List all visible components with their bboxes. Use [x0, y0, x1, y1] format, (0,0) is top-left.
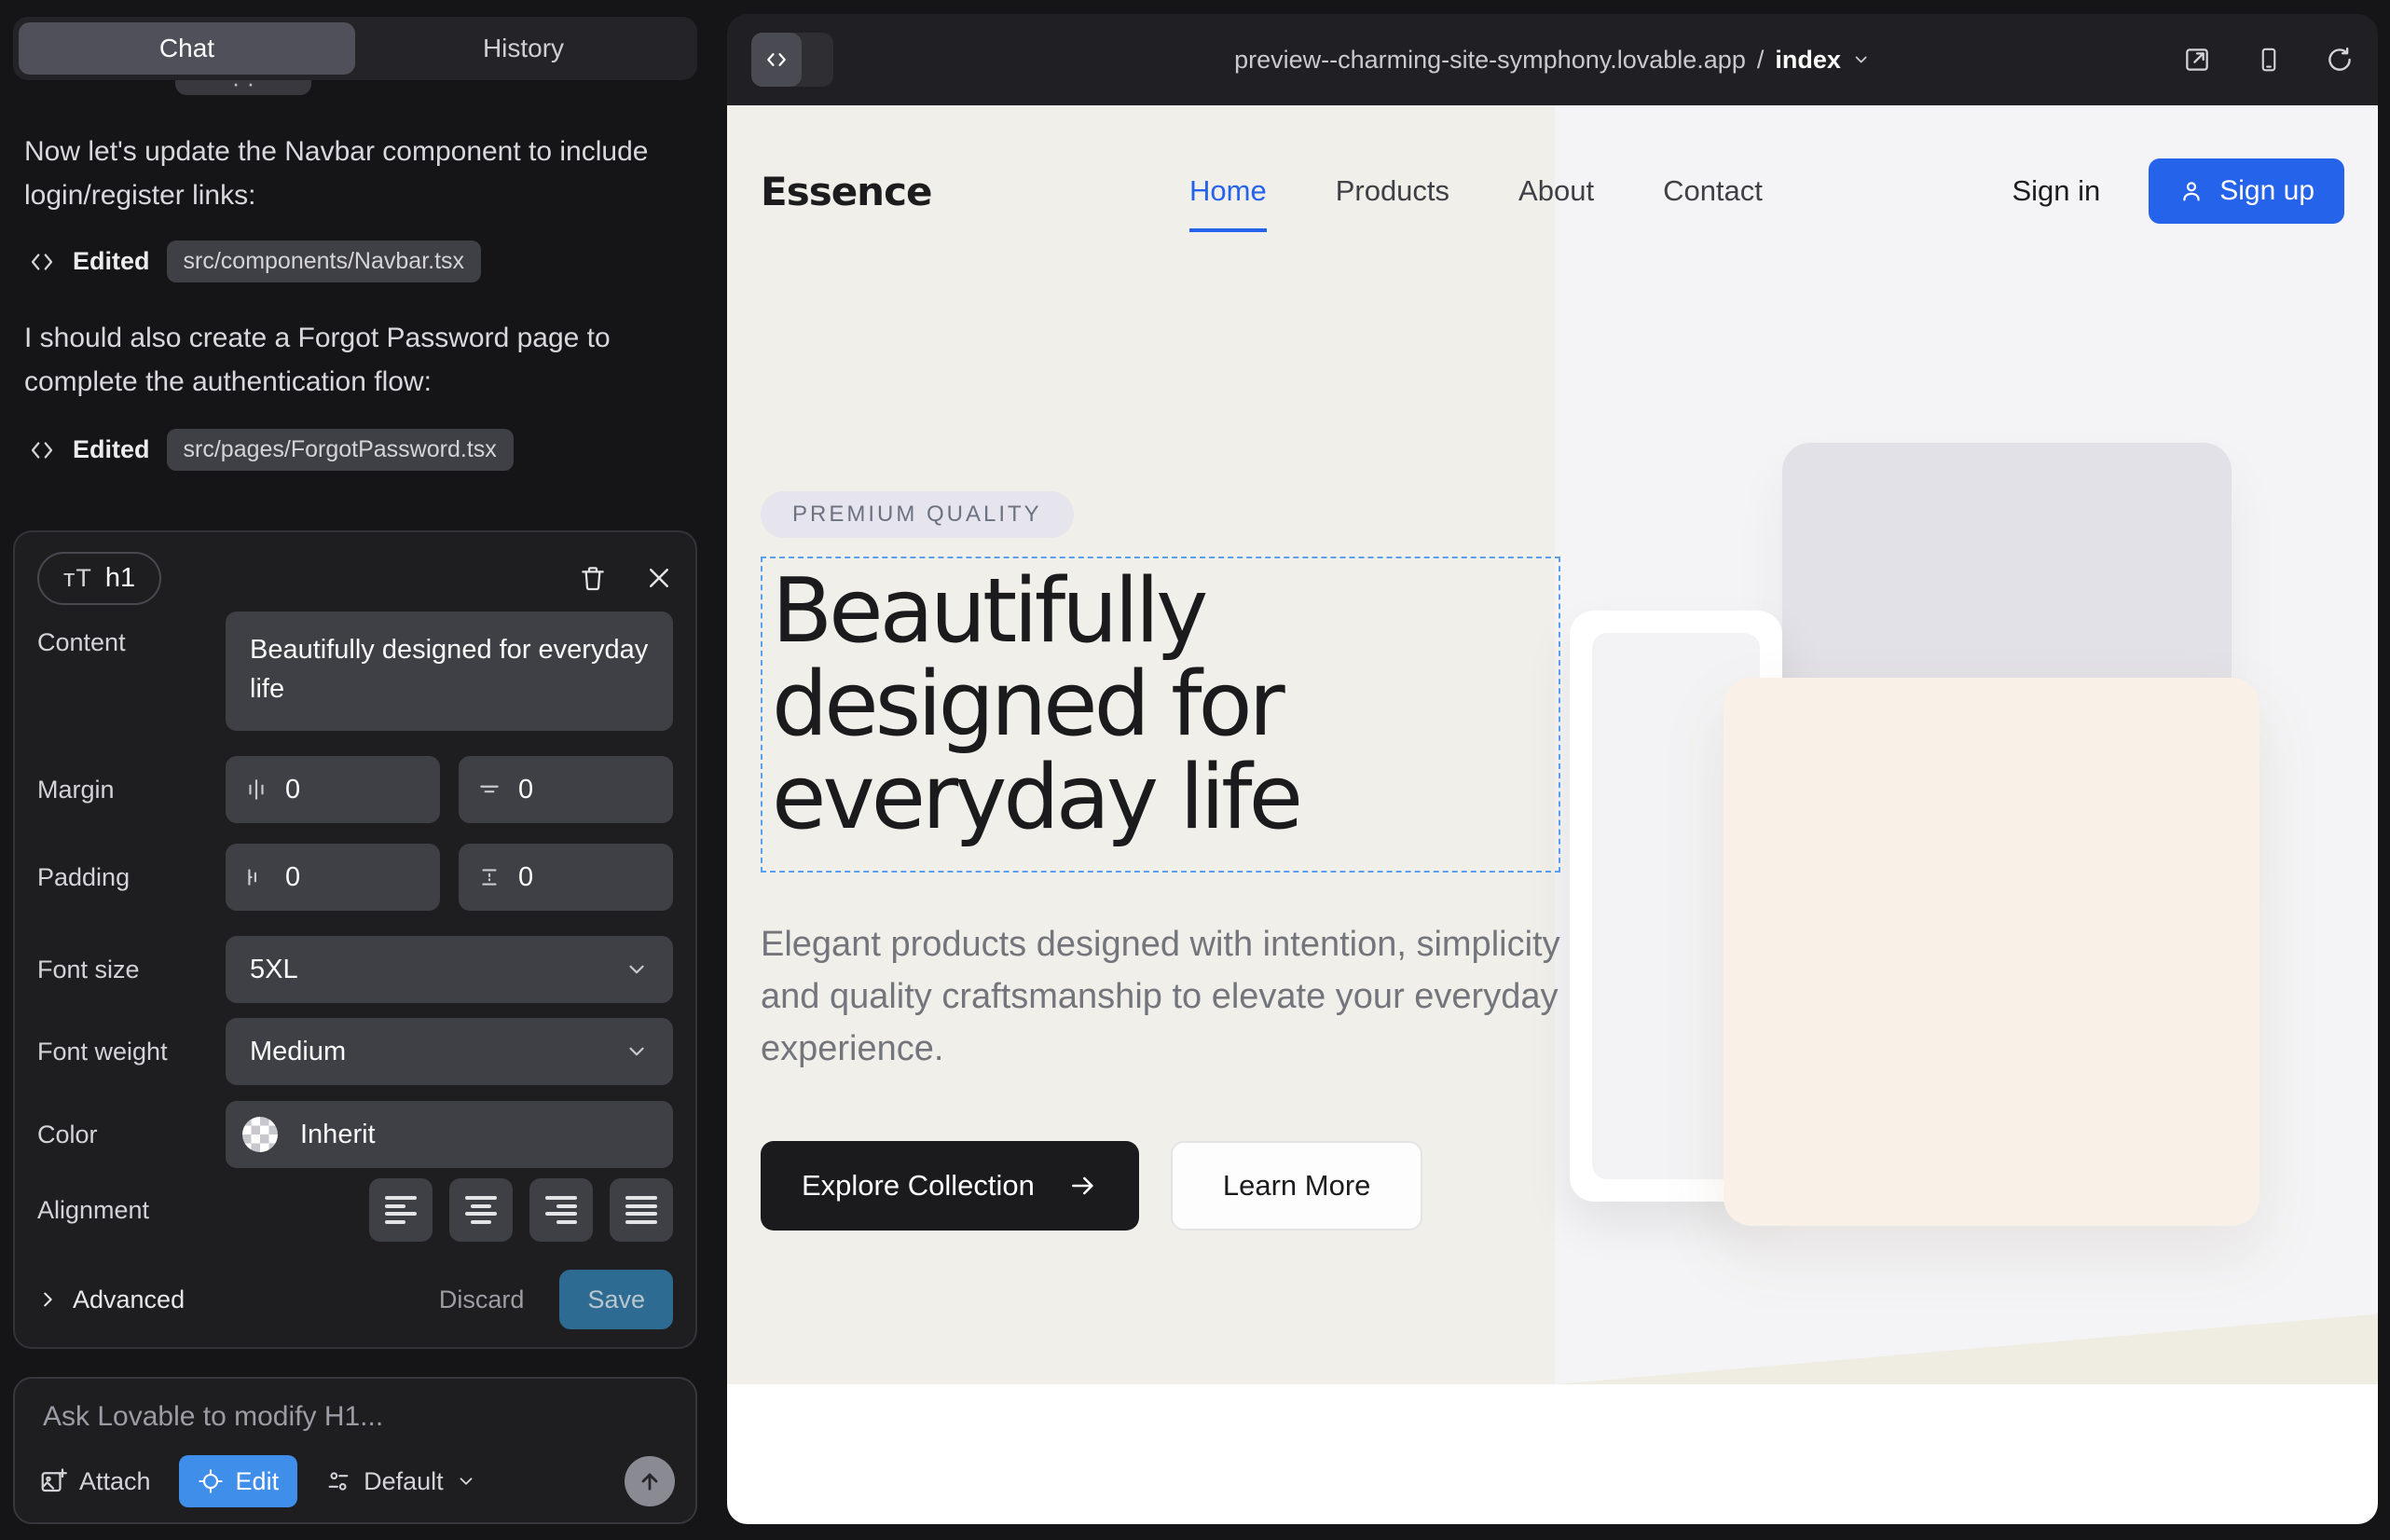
- nav-link-home[interactable]: Home: [1189, 174, 1267, 208]
- content-label: Content: [37, 628, 226, 657]
- edited-label: Edited: [73, 247, 150, 276]
- padding-x-input[interactable]: 0: [226, 844, 440, 911]
- save-button[interactable]: Save: [559, 1270, 673, 1329]
- editor-header: тT h1: [37, 547, 673, 609]
- lovable-app-window: Chat History · · Now let's update the Na…: [0, 0, 2390, 1540]
- margin-vertical-icon: [477, 777, 501, 802]
- code-toggle-icon: [763, 47, 790, 73]
- hero-description: Elegant products designed with intention…: [761, 919, 1600, 1076]
- transparent-color-swatch: [242, 1117, 278, 1152]
- nav-link-about[interactable]: About: [1518, 174, 1594, 208]
- site-canvas: Essence Home Products About Contact Sign…: [727, 105, 2378, 1524]
- margin-horizontal-icon: [244, 777, 268, 802]
- code-preview-toggle[interactable]: [751, 33, 833, 87]
- element-tag-label: h1: [105, 563, 135, 594]
- mobile-view-icon: [2255, 46, 2283, 74]
- padding-y-input[interactable]: 0: [459, 844, 673, 911]
- font-size-select[interactable]: 5XL: [226, 936, 673, 1003]
- discard-button[interactable]: Discard: [439, 1286, 525, 1314]
- chevron-right-icon: [37, 1289, 58, 1310]
- padding-vertical-icon: [477, 865, 501, 889]
- align-right-icon: [545, 1196, 577, 1224]
- edited-file-row: Edited src/components/Navbar.tsx: [28, 241, 481, 282]
- attach-image-icon: [39, 1467, 67, 1495]
- align-center-icon: [465, 1196, 497, 1224]
- selected-element-tag[interactable]: тT h1: [37, 552, 161, 605]
- code-icon: [28, 248, 56, 276]
- open-in-new-tab-button[interactable]: [2182, 45, 2212, 75]
- alignment-label: Alignment: [37, 1196, 226, 1225]
- attach-button[interactable]: Attach: [39, 1467, 151, 1496]
- mobile-view-button[interactable]: [2255, 46, 2283, 74]
- refresh-icon: [2326, 46, 2354, 74]
- content-textarea[interactable]: Beautifully designed for everyday life: [226, 612, 673, 731]
- edit-mode-button[interactable]: Edit: [179, 1455, 298, 1507]
- chat-sidebar: Chat History · · Now let's update the Na…: [0, 0, 716, 1540]
- premium-quality-badge: PREMIUM QUALITY: [761, 491, 1074, 538]
- align-justify-icon: [625, 1196, 657, 1224]
- chevron-down-icon: [625, 1039, 649, 1064]
- nav-link-contact[interactable]: Contact: [1663, 174, 1763, 208]
- product-placeholder-cream: [1724, 678, 2260, 1226]
- close-editor-button[interactable]: [645, 564, 673, 592]
- chevron-down-icon: [1852, 50, 1871, 69]
- edited-file-row: Edited src/pages/ForgotPassword.tsx: [28, 429, 514, 471]
- edit-target-icon: [198, 1468, 224, 1494]
- default-mode-selector[interactable]: Default: [325, 1467, 476, 1496]
- align-left-button[interactable]: [369, 1178, 433, 1242]
- tab-chat[interactable]: Chat: [19, 22, 355, 75]
- align-justify-button[interactable]: [610, 1178, 673, 1242]
- chat-history-tabs: Chat History: [13, 17, 697, 80]
- edited-label: Edited: [73, 435, 150, 464]
- preview-frame: preview--charming-site-symphony.lovable.…: [727, 14, 2378, 1524]
- file-chip[interactable]: src/components/Navbar.tsx: [167, 241, 482, 282]
- color-picker[interactable]: Inherit: [226, 1101, 673, 1168]
- color-label: Color: [37, 1121, 226, 1149]
- margin-label: Margin: [37, 776, 226, 804]
- nav-link-products[interactable]: Products: [1336, 174, 1449, 208]
- margin-x-input[interactable]: 0: [226, 756, 440, 823]
- margin-y-input[interactable]: 0: [459, 756, 673, 823]
- chat-input-box[interactable]: Ask Lovable to modify H1... Attach Edit …: [13, 1377, 697, 1524]
- chevron-down-icon: [456, 1471, 476, 1492]
- font-weight-select[interactable]: Medium: [226, 1018, 673, 1085]
- element-editor-panel: тT h1 Content Beautifully designed for e…: [13, 530, 697, 1349]
- scrolled-chip-partial[interactable]: · ·: [175, 80, 311, 95]
- font-weight-label: Font weight: [37, 1038, 226, 1066]
- padding-horizontal-icon: [244, 865, 268, 889]
- site-navbar: Essence Home Products About Contact Sign…: [727, 131, 2378, 251]
- font-size-label: Font size: [37, 956, 226, 984]
- advanced-toggle[interactable]: Advanced: [37, 1286, 185, 1314]
- learn-more-button[interactable]: Learn More: [1171, 1141, 1423, 1231]
- open-in-new-tab-icon: [2182, 45, 2212, 75]
- sign-up-button[interactable]: Sign up: [2149, 158, 2344, 224]
- preview-url[interactable]: preview--charming-site-symphony.lovable.…: [1234, 46, 1871, 75]
- site-logo[interactable]: Essence: [761, 169, 931, 214]
- chevron-down-icon: [625, 957, 649, 982]
- selected-element-outline[interactable]: Beautifully designed for everyday life: [761, 557, 1560, 873]
- send-message-button[interactable]: [625, 1456, 675, 1506]
- arrow-right-icon: [1068, 1171, 1098, 1201]
- sign-in-link[interactable]: Sign in: [2012, 174, 2100, 208]
- hero-content: PREMIUM QUALITY Beautifully designed for…: [761, 491, 1693, 1231]
- hero-heading[interactable]: Beautifully designed for everyday life: [772, 566, 1545, 845]
- align-right-button[interactable]: [529, 1178, 593, 1242]
- delete-element-button[interactable]: [578, 563, 608, 593]
- explore-collection-button[interactable]: Explore Collection: [761, 1141, 1139, 1231]
- file-chip[interactable]: src/pages/ForgotPassword.tsx: [167, 429, 514, 471]
- refresh-button[interactable]: [2326, 46, 2354, 74]
- assistant-message: Now let's update the Navbar component to…: [24, 130, 690, 217]
- typography-icon: тT: [63, 564, 92, 593]
- padding-label: Padding: [37, 863, 226, 892]
- align-left-icon: [385, 1196, 417, 1224]
- tab-history[interactable]: History: [355, 22, 692, 75]
- arrow-up-icon: [637, 1468, 663, 1494]
- align-center-button[interactable]: [449, 1178, 513, 1242]
- preview-toolbar: preview--charming-site-symphony.lovable.…: [727, 14, 2378, 105]
- sliders-icon: [325, 1468, 351, 1494]
- chat-input-placeholder[interactable]: Ask Lovable to modify H1...: [43, 1401, 383, 1433]
- code-icon: [28, 436, 56, 464]
- user-icon: [2178, 178, 2205, 204]
- assistant-message: I should also create a Forgot Password p…: [24, 316, 690, 404]
